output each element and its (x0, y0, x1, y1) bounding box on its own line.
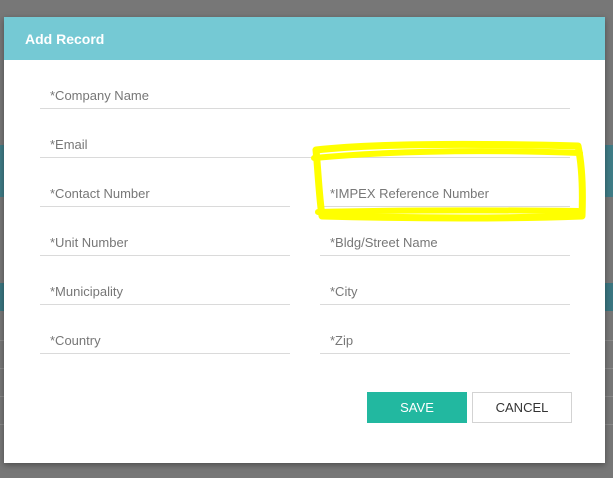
contact-number-input[interactable] (40, 180, 290, 206)
zip-field (320, 327, 570, 354)
email-field (40, 131, 570, 158)
bldg-street-name-input[interactable] (320, 229, 570, 255)
dialog-header: Add Record (4, 17, 605, 60)
email-input[interactable] (40, 131, 570, 157)
company-name-field (40, 82, 570, 109)
unit-number-input[interactable] (40, 229, 290, 255)
municipality-input[interactable] (40, 278, 290, 304)
unit-number-field (40, 229, 290, 256)
contact-number-field (40, 180, 290, 207)
country-field (40, 327, 290, 354)
zip-input[interactable] (320, 327, 570, 353)
city-input[interactable] (320, 278, 570, 304)
municipality-field (40, 278, 290, 305)
bldg-street-name-field (320, 229, 570, 256)
dialog-title: Add Record (25, 30, 105, 47)
save-button[interactable]: SAVE (367, 392, 467, 423)
country-input[interactable] (40, 327, 290, 353)
cancel-button[interactable]: CANCEL (472, 392, 572, 423)
city-field (320, 278, 570, 305)
impex-reference-number-input[interactable] (320, 180, 570, 206)
add-record-dialog: Add Record SAVE CANCEL (4, 17, 605, 463)
impex-reference-number-field (320, 180, 570, 207)
company-name-input[interactable] (40, 82, 570, 108)
